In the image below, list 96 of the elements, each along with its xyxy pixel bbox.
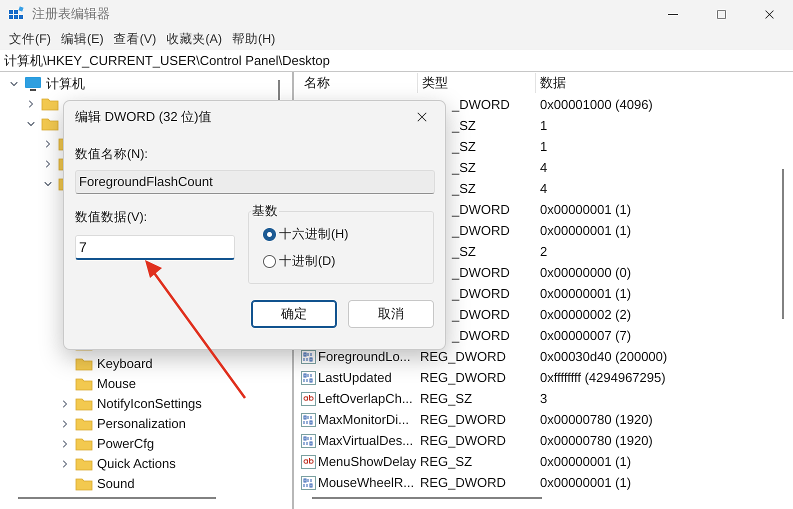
folder-icon	[41, 117, 59, 131]
value-type: REG_DWORD	[420, 474, 506, 490]
menu-item[interactable]: 文件(F)	[4, 30, 56, 48]
value-name-field[interactable]: ForegroundFlashCount	[75, 170, 435, 194]
scrollbar[interactable]	[278, 80, 280, 100]
tree-item[interactable]: 计算机	[46, 74, 85, 94]
dialog-title: 编辑 DWORD (32 位)值	[75, 108, 212, 126]
binary-value-icon	[301, 412, 316, 426]
value-name[interactable]: MouseWheelR...	[318, 472, 414, 492]
value-data: 1	[539, 116, 548, 135]
folder-icon	[75, 437, 93, 451]
value-name[interactable]: ForegroundLo...	[318, 346, 411, 366]
tree-item[interactable]: NotifyIconSettings	[97, 394, 202, 414]
value-name[interactable]: MaxVirtualDes...	[318, 430, 414, 450]
binary-value-icon	[301, 434, 316, 448]
value-data: 0x00000780 (1920)	[539, 410, 653, 429]
value-type: REG_DWORD	[420, 348, 506, 364]
value-type: _DWORD	[452, 286, 510, 301]
field-label: 数值名称(N):	[75, 146, 149, 163]
tree-item[interactable]: Sound	[97, 474, 135, 494]
scrollbar[interactable]	[312, 497, 542, 499]
window-title: 注册表编辑器	[32, 5, 110, 24]
menu-item[interactable]: 收藏夹(A)	[161, 30, 227, 48]
radio-button[interactable]	[263, 254, 276, 268]
menu-item[interactable]: 编辑(E)	[56, 30, 109, 48]
value-data: 2	[539, 242, 548, 261]
value-name[interactable]: LastUpdated	[318, 368, 392, 388]
folder-icon	[75, 357, 93, 371]
tree-item[interactable]: Mouse	[97, 374, 136, 394]
value-data: 0x00000001 (1)	[539, 474, 632, 492]
tree-item[interactable]: Quick Actions	[97, 454, 176, 474]
maximize-icon	[716, 8, 726, 20]
folder-icon	[75, 397, 93, 411]
value-data: 4	[539, 180, 548, 198]
ok-button[interactable]: 确定	[251, 300, 337, 328]
value-type: REG_SZ	[420, 454, 472, 469]
column-header[interactable]: 数据	[536, 73, 566, 93]
value-type: _DWORD	[452, 306, 510, 322]
value-type: REG_SZ	[420, 390, 472, 406]
value-data: 3	[539, 390, 548, 408]
value-type: _DWORD	[452, 96, 510, 112]
tree-item[interactable]: PowerCfg	[97, 434, 154, 454]
value-data: 0x00030d40 (200000)	[539, 348, 668, 366]
value-data: 0x00001000 (4096)	[539, 96, 653, 114]
value-type: REG_DWORD	[420, 412, 506, 427]
value-data: 0x00000001 (1)	[539, 200, 632, 219]
value-type: _DWORD	[452, 328, 510, 343]
column-header[interactable]: 类型	[418, 73, 536, 93]
app-icon	[8, 6, 24, 22]
value-name[interactable]: MenuShowDelay	[318, 452, 416, 472]
radio-button[interactable]	[263, 228, 276, 240]
radio-label[interactable]: 十进制(D)	[279, 252, 336, 270]
folder-icon	[75, 457, 93, 471]
value-name[interactable]: MaxMonitorDi...	[318, 410, 410, 430]
radio-label[interactable]: 十六进制(H)	[279, 224, 348, 244]
value-type: REG_DWORD	[420, 370, 506, 385]
folder-icon	[75, 377, 93, 391]
value-type: _SZ	[452, 118, 476, 133]
value-data: 0x00000002 (2)	[539, 306, 632, 324]
value-type: _SZ	[452, 138, 476, 154]
value-data: 0x00000007 (7)	[539, 326, 632, 345]
string-value-icon	[301, 392, 316, 406]
column-header[interactable]: 名称	[300, 73, 418, 93]
tree-item[interactable]: Personalization	[97, 414, 186, 434]
group-label: 基数	[251, 202, 279, 220]
folder-icon	[75, 417, 93, 431]
binary-value-icon	[301, 476, 316, 490]
value-type: _SZ	[452, 244, 476, 259]
value-data: 0xffffffff (4294967295)	[539, 368, 666, 387]
scrollbar[interactable]	[782, 169, 784, 319]
string-value-icon	[301, 454, 316, 468]
value-data: 0x00000001 (1)	[539, 222, 632, 240]
menu-item[interactable]: 查看(V)	[108, 30, 162, 48]
value-type: _SZ	[452, 180, 476, 196]
value-type: _SZ	[452, 160, 476, 175]
menu-item[interactable]: 帮助(H)	[226, 30, 280, 48]
value-data: 1	[539, 138, 548, 156]
field-label: 数值数据(V):	[75, 208, 148, 226]
folder-icon	[75, 477, 93, 491]
value-data: 0x00000780 (1920)	[539, 432, 653, 450]
value-data-field[interactable]: 7	[75, 234, 235, 260]
value-type: _DWORD	[452, 222, 510, 238]
value-data: 0x00000001 (1)	[539, 284, 632, 303]
value-type: REG_DWORD	[420, 432, 506, 448]
binary-value-icon	[301, 370, 316, 384]
cancel-button[interactable]: 取消	[348, 300, 434, 328]
tree-item[interactable]: Keyboard	[97, 354, 153, 374]
value-data: 0x00000000 (0)	[539, 264, 632, 282]
value-data: 0x00000001 (1)	[539, 452, 632, 471]
value-type: _DWORD	[452, 202, 510, 217]
computer-icon	[24, 76, 42, 92]
folder-icon	[41, 97, 59, 111]
value-type: _DWORD	[452, 264, 510, 280]
scrollbar[interactable]	[18, 497, 216, 499]
value-name[interactable]: LeftOverlapCh...	[318, 388, 413, 408]
value-data: 4	[539, 158, 548, 177]
